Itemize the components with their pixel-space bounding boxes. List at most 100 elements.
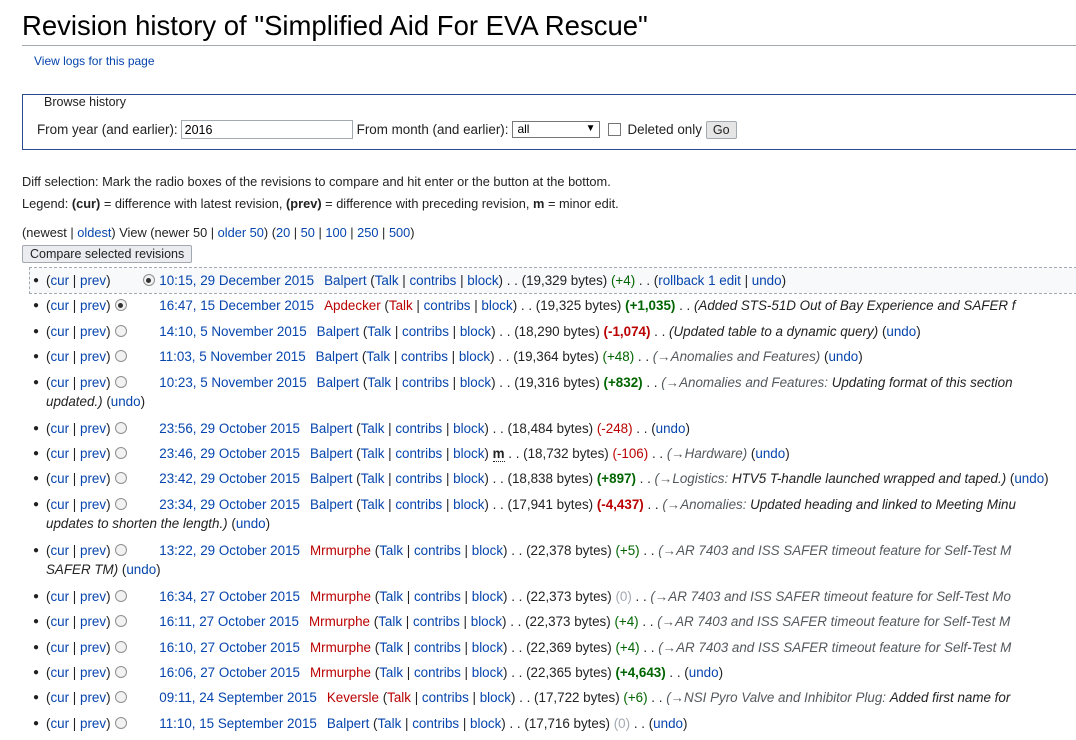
oldid-radio[interactable] [114,716,127,729]
user-contribs-link[interactable]: contribs [414,589,461,604]
undo-link[interactable]: undo [1014,471,1044,486]
user-block-link[interactable]: block [480,690,511,705]
deleted-only-checkbox[interactable] [608,123,622,136]
cur-link[interactable]: cur [50,324,69,339]
oldid-radio[interactable] [114,589,127,602]
revision-date-link[interactable]: 14:10, 5 November 2015 [159,324,306,339]
user-link[interactable]: Balpert [317,324,359,339]
prev-link[interactable]: prev [80,375,106,390]
user-block-link[interactable]: block [460,324,491,339]
revision-date-link[interactable]: 16:34, 27 October 2015 [159,589,300,604]
limit-100-link[interactable]: 100 [325,225,346,240]
user-talk-link[interactable]: Talk [379,665,403,680]
oldid-radio[interactable] [114,299,127,312]
cur-link[interactable]: cur [50,589,69,604]
revision-date-link[interactable]: 16:10, 27 October 2015 [159,640,300,655]
oldid-radio[interactable] [114,446,127,459]
prev-link[interactable]: prev [80,614,106,629]
cur-link[interactable]: cur [50,273,69,288]
prev-link[interactable]: prev [80,665,106,680]
user-block-link[interactable]: block [481,298,512,313]
cur-link[interactable]: cur [50,446,69,461]
user-link[interactable]: Mrmurphe [310,589,371,604]
oldid-radio[interactable] [114,324,127,337]
oldid-radio[interactable] [114,665,127,678]
user-link[interactable]: Balpert [310,421,352,436]
cur-link[interactable]: cur [50,665,69,680]
user-talk-link[interactable]: Talk [389,298,413,313]
prev-link[interactable]: prev [80,640,106,655]
prev-link[interactable]: prev [80,589,106,604]
prev-link[interactable]: prev [80,497,106,512]
user-talk-link[interactable]: Talk [377,716,401,731]
undo-link[interactable]: undo [752,273,782,288]
user-contribs-link[interactable]: contribs [413,614,460,629]
user-block-link[interactable]: block [459,349,490,364]
prev-link[interactable]: prev [80,349,106,364]
prev-link[interactable]: prev [80,273,106,288]
user-block-link[interactable]: block [472,543,503,558]
limit-500-link[interactable]: 500 [389,225,410,240]
user-link[interactable]: Balpert [310,446,352,461]
user-link[interactable]: Balpert [317,375,359,390]
revision-date-link[interactable]: 23:56, 29 October 2015 [159,421,300,436]
user-contribs-link[interactable]: contribs [395,497,442,512]
revision-date-link[interactable]: 13:22, 29 October 2015 [159,543,300,558]
user-block-link[interactable]: block [467,273,498,288]
user-contribs-link[interactable]: contribs [424,298,471,313]
user-block-link[interactable]: block [471,614,502,629]
older-50-link[interactable]: older 50 [218,225,264,240]
prev-link[interactable]: prev [80,298,106,313]
prev-link[interactable]: prev [80,690,106,705]
user-contribs-link[interactable]: contribs [414,640,461,655]
undo-link[interactable]: undo [755,446,785,461]
revision-date-link[interactable]: 23:34, 29 October 2015 [159,497,300,512]
month-select[interactable]: all ▼ [512,121,601,138]
user-contribs-link[interactable]: contribs [395,421,442,436]
user-talk-link[interactable]: Talk [367,375,391,390]
user-block-link[interactable]: block [453,421,484,436]
undo-link[interactable]: undo [689,665,719,680]
oldid-radio[interactable] [114,615,127,628]
user-contribs-link[interactable]: contribs [412,716,459,731]
view-logs-link[interactable]: View logs for this page [34,54,155,68]
prev-link[interactable]: prev [80,543,106,558]
cur-link[interactable]: cur [50,614,69,629]
user-talk-link[interactable]: Talk [361,471,385,486]
user-block-link[interactable]: block [453,471,484,486]
prev-link[interactable]: prev [80,421,106,436]
revision-date-link[interactable]: 10:23, 5 November 2015 [159,375,306,390]
cur-link[interactable]: cur [50,471,69,486]
limit-250-link[interactable]: 250 [357,225,378,240]
oldid-radio[interactable] [114,640,127,653]
revision-date-link[interactable]: 23:46, 29 October 2015 [159,446,300,461]
oldid-radio[interactable] [114,472,127,485]
user-link[interactable]: Balpert [310,471,352,486]
user-link[interactable]: Balpert [324,273,366,288]
go-button[interactable]: Go [705,120,737,139]
oldid-radio[interactable] [114,375,127,388]
user-block-link[interactable]: block [472,640,503,655]
user-talk-link[interactable]: Talk [378,614,402,629]
user-block-link[interactable]: block [472,665,503,680]
user-link[interactable]: Apdecker [324,298,381,313]
cur-link[interactable]: cur [50,298,69,313]
user-link[interactable]: Mrmurphe [310,665,371,680]
revision-date-link[interactable]: 09:11, 24 September 2015 [159,690,317,705]
cur-link[interactable]: cur [50,543,69,558]
compare-selected-button[interactable]: Compare selected revisions [22,245,193,263]
diff-radio[interactable] [142,274,155,286]
oldest-link[interactable]: oldest [77,225,111,240]
user-talk-link[interactable]: Talk [367,324,391,339]
oldid-radio[interactable] [114,543,127,556]
user-link[interactable]: Balpert [316,349,358,364]
cur-link[interactable]: cur [50,349,69,364]
user-talk-link[interactable]: Talk [379,589,403,604]
undo-link[interactable]: undo [126,562,156,577]
prev-link[interactable]: prev [80,324,106,339]
user-link[interactable]: Mrmurphe [309,614,370,629]
user-link[interactable]: Keversle [327,690,379,705]
undo-link[interactable]: undo [886,324,916,339]
user-talk-link[interactable]: Talk [361,421,385,436]
revision-date-link[interactable]: 16:47, 15 December 2015 [159,298,314,313]
